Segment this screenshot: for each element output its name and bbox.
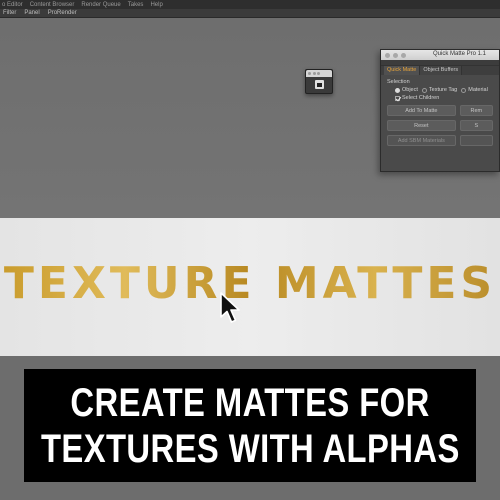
clapperboard-icon[interactable] (315, 80, 324, 89)
add-to-matte-button[interactable]: Add To Matte (387, 105, 456, 116)
select-children-row: Select Children (387, 95, 493, 101)
button-row-3: Add SBM Materials (387, 135, 493, 146)
minimize-dot-icon[interactable] (393, 52, 398, 58)
radio-texture-tag-label: Texture Tag (428, 87, 458, 93)
selection-heading: Selection (387, 79, 410, 85)
close-dot-icon[interactable] (308, 72, 311, 75)
minimize-dot-icon[interactable] (312, 72, 316, 75)
close-dot-icon[interactable] (385, 52, 390, 58)
quick-matte-titlebar[interactable]: Quick Matte Pro 1.1 (381, 50, 499, 60)
panel-title: Quick Matte Pro 1.1 (433, 51, 487, 57)
app-menubar: o Editor Content Browser Render Queue Ta… (0, 0, 500, 9)
quick-matte-panel: Quick Matte Pro 1.1 Quick Matte Object B… (380, 49, 500, 172)
panel-tabs: Quick Matte Object Buffers (381, 66, 499, 75)
radio-object-label: Object (402, 87, 418, 93)
texture-mattes-text: TEXTURE MATTES (0, 258, 500, 309)
caption-line-1: CREATE MATTES FOR (70, 380, 430, 425)
menu-item-prorender[interactable]: ProRender (48, 10, 77, 16)
radio-material[interactable] (461, 87, 467, 93)
zoom-dot-icon[interactable] (317, 72, 320, 75)
side-button-3[interactable] (459, 135, 493, 146)
select-children-checkbox[interactable] (395, 95, 400, 101)
remove-button[interactable]: Rem (459, 105, 493, 116)
menu-item-content-browser[interactable]: Content Browser (30, 2, 75, 8)
menu-item-help[interactable]: Help (150, 2, 162, 8)
menu-item-editor[interactable]: o Editor (2, 2, 23, 8)
panel-body: Selection Object Texture Tag Material Se… (381, 75, 499, 149)
mouse-pointer-icon (220, 292, 240, 323)
menu-item-render-queue[interactable]: Render Queue (81, 2, 120, 8)
menu-item-filter[interactable]: Filter (3, 10, 16, 16)
selection-options: Object Texture Tag Material (387, 87, 493, 93)
menu-item-panel[interactable]: Panel (24, 10, 39, 16)
zoom-dot-icon[interactable] (401, 52, 406, 58)
radio-material-label: Material (468, 87, 488, 93)
select-children-label: Select Children (402, 95, 440, 101)
caption-box: CREATE MATTES FOR TEXTURES WITH ALPHAS (24, 369, 476, 482)
tab-quick-matte[interactable]: Quick Matte (384, 66, 421, 75)
add-sbm-materials-button[interactable]: Add SBM Materials (387, 135, 456, 146)
tab-object-buffers[interactable]: Object Buffers (420, 66, 463, 75)
mini-window-titlebar[interactable] (306, 70, 332, 77)
caption-line-2: TEXTURES WITH ALPHAS (40, 426, 460, 471)
radio-object[interactable] (395, 87, 400, 93)
button-row-2: Reset S (387, 120, 493, 131)
menu-item-takes[interactable]: Takes (128, 2, 144, 8)
radio-texture-tag[interactable] (421, 87, 427, 93)
mini-floating-window[interactable] (305, 69, 333, 94)
reset-button[interactable]: Reset (387, 120, 456, 131)
viewport-menubar: Filter Panel ProRender (0, 9, 500, 18)
button-row-1: Add To Matte Rem (387, 105, 493, 116)
side-button-2[interactable]: S (459, 120, 493, 131)
